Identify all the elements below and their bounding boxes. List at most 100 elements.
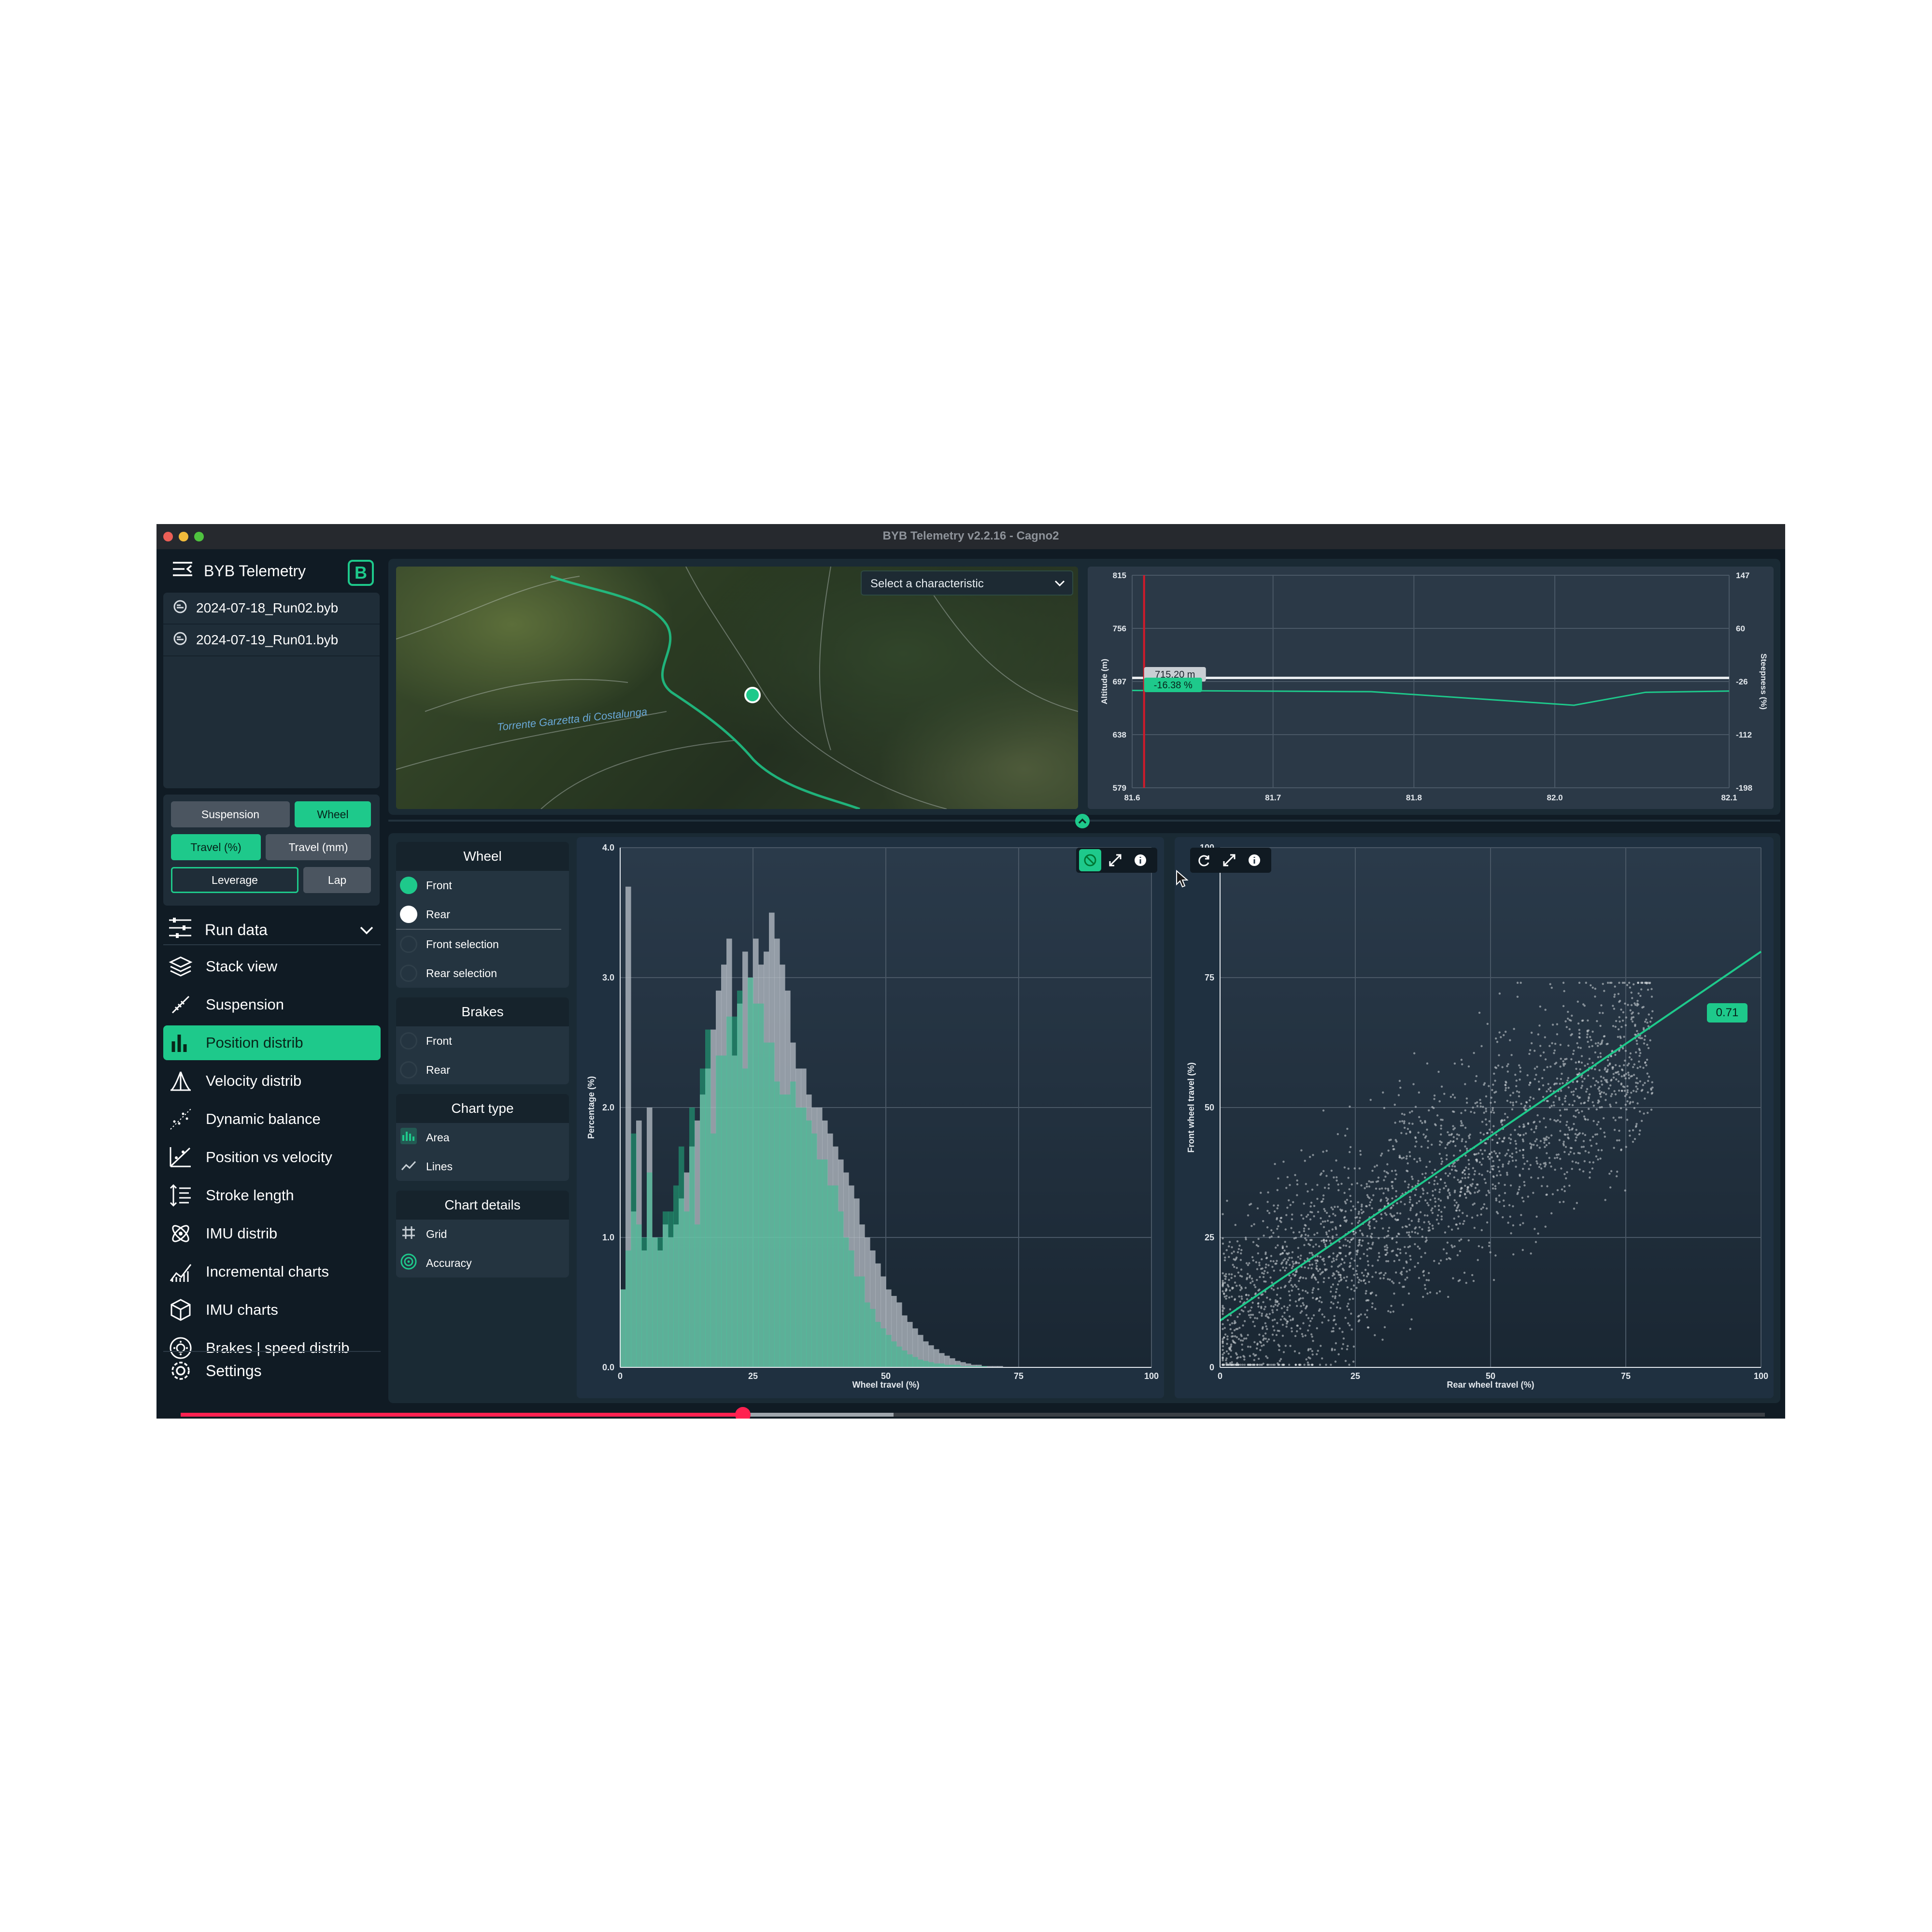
rear-selection-radio[interactable]	[400, 965, 417, 982]
travel-mm-toggle[interactable]: Travel (mm)	[266, 834, 371, 860]
scatter-point	[1372, 1194, 1375, 1196]
scatter-point	[1289, 1345, 1292, 1347]
satellite-map[interactable]: Torrente Garzetta di Costalunga Select a…	[396, 567, 1078, 809]
scatter-point	[1392, 1310, 1395, 1313]
scatter-point	[1518, 1091, 1520, 1094]
nav-item-position-distrib[interactable]: Position distrib	[163, 1025, 381, 1060]
wheel-rear-option[interactable]: Rear	[396, 900, 561, 930]
scatter-point	[1239, 1339, 1242, 1342]
scatter-point	[1229, 1323, 1231, 1326]
run-data-header[interactable]: Run data	[163, 915, 381, 945]
refresh-icon[interactable]	[1193, 849, 1215, 871]
scatter-point	[1600, 1149, 1603, 1151]
settings-button[interactable]: Settings	[163, 1351, 381, 1390]
scatter-point	[1492, 1083, 1494, 1086]
scatter-point	[1559, 1044, 1562, 1046]
accuracy-option[interactable]: Accuracy	[396, 1249, 569, 1278]
scatter-point	[1627, 1071, 1630, 1074]
expand-icon[interactable]	[1104, 849, 1126, 871]
brake-rear-option[interactable]: Rear	[396, 1055, 569, 1084]
nav-item-suspension[interactable]: Suspension	[163, 987, 381, 1022]
area-option[interactable]: Area	[396, 1123, 569, 1152]
front-bar	[742, 1068, 748, 1367]
brake-front-option[interactable]: Front	[396, 1026, 569, 1055]
rear-selection-option[interactable]: Rear selection	[396, 959, 569, 988]
scatter-point	[1630, 1004, 1633, 1007]
menu-toggle-icon[interactable]	[172, 561, 193, 581]
nav-item-imu-charts[interactable]: IMU charts	[163, 1293, 381, 1327]
scatter-point	[1629, 1052, 1632, 1055]
wheel-front-option[interactable]: Front	[396, 871, 569, 900]
info-icon[interactable]	[1129, 849, 1151, 871]
scatter-point	[1352, 1267, 1354, 1270]
scatter-point	[1490, 1111, 1492, 1113]
position-histogram-svg[interactable]: 0 25 50 75 1000.01.02.03.04.0Wheel travel (%…	[577, 837, 1164, 1398]
travel-percent-toggle[interactable]: Travel (%)	[171, 834, 261, 860]
scatter-point	[1581, 1020, 1584, 1022]
lap-toggle[interactable]: Lap	[303, 867, 371, 893]
scatter-point	[1535, 1074, 1537, 1076]
scatter-point	[1289, 1279, 1292, 1282]
front-bar	[780, 1094, 785, 1367]
leverage-toggle[interactable]: Leverage	[171, 867, 298, 893]
scatter-point	[1324, 1209, 1326, 1212]
progress-knob[interactable]	[735, 1407, 751, 1419]
nav-item-stack-view[interactable]: Stack view	[163, 949, 381, 984]
brake-rear-radio[interactable]	[400, 1061, 417, 1079]
scatter-point	[1377, 1259, 1379, 1262]
rear-radio[interactable]	[400, 906, 417, 923]
scatter-point	[1485, 1142, 1487, 1145]
scatter-point	[1290, 1284, 1293, 1286]
scatter-point	[1406, 1262, 1408, 1264]
chevron-down-icon[interactable]	[359, 921, 374, 939]
file-item[interactable]: 2024-07-19_Run01.byb	[163, 625, 380, 656]
scatter-point	[1548, 1162, 1551, 1164]
scatter-point	[1292, 1261, 1294, 1263]
scatter-point	[1334, 1360, 1337, 1363]
scatter-point	[1507, 1162, 1510, 1165]
scatter-point	[1544, 1162, 1547, 1164]
nav-item-dynamic-balance[interactable]: Dynamic balance	[163, 1102, 381, 1136]
scatter-point	[1433, 1094, 1436, 1097]
front-selection-option[interactable]: Front selection	[396, 930, 569, 959]
scatter-point	[1326, 1220, 1329, 1222]
front-selection-radio[interactable]	[400, 936, 417, 953]
characteristic-select[interactable]: Select a characteristic	[861, 570, 1073, 596]
scatter-point	[1435, 1292, 1438, 1294]
dynamic-balance-scatter-svg[interactable]: 02550751000255075100Rear wheel travel (%…	[1175, 837, 1774, 1398]
scatter-point	[1533, 1144, 1535, 1146]
brake-front-radio[interactable]	[400, 1032, 417, 1050]
nav-item-stroke-length[interactable]: Stroke length	[163, 1178, 381, 1213]
nav-item-position-vs-velocity[interactable]: Position vs velocity	[163, 1140, 381, 1175]
front-radio[interactable]	[400, 877, 417, 894]
scatter-point	[1299, 1311, 1302, 1314]
file-item[interactable]: 2024-07-18_Run02.byb	[163, 593, 380, 625]
scatter-point	[1459, 1191, 1462, 1193]
playback-progress[interactable]	[181, 1407, 1765, 1419]
scatter-point	[1486, 1221, 1489, 1224]
lines-option[interactable]: Lines	[396, 1152, 569, 1181]
grid-option[interactable]: Grid	[396, 1220, 569, 1249]
scatter-point	[1485, 1095, 1488, 1098]
nav-item-label: Position distrib	[206, 1034, 303, 1051]
scatter-point	[1586, 1088, 1589, 1090]
expand-icon[interactable]	[1218, 849, 1240, 871]
scatter-point	[1236, 1240, 1239, 1243]
scatter-point	[1584, 1150, 1587, 1152]
scatter-point	[1582, 1140, 1585, 1142]
scatter-point	[1324, 1220, 1326, 1223]
scatter-point	[1300, 1254, 1302, 1257]
hide-icon[interactable]	[1079, 849, 1101, 871]
scatter-point	[1516, 1193, 1519, 1195]
wheel-toggle[interactable]: Wheel	[295, 801, 371, 827]
scatter-point	[1236, 1251, 1239, 1253]
scatter-point	[1298, 1299, 1300, 1301]
collapse-panel-button[interactable]	[1075, 814, 1090, 828]
nav-item-incremental-charts[interactable]: Incremental charts	[163, 1254, 381, 1289]
nav-item-imu-distrib[interactable]: IMU distrib	[163, 1216, 381, 1251]
altitude-chart[interactable]: 81.6 81.7 81.8 82.0 82.1 579 -198 638 -112 697 -26…	[1088, 567, 1774, 809]
scatter-point	[1222, 1359, 1224, 1362]
info-icon[interactable]	[1243, 849, 1265, 871]
suspension-toggle[interactable]: Suspension	[171, 801, 290, 827]
nav-item-velocity-distrib[interactable]: Velocity distrib	[163, 1064, 381, 1098]
